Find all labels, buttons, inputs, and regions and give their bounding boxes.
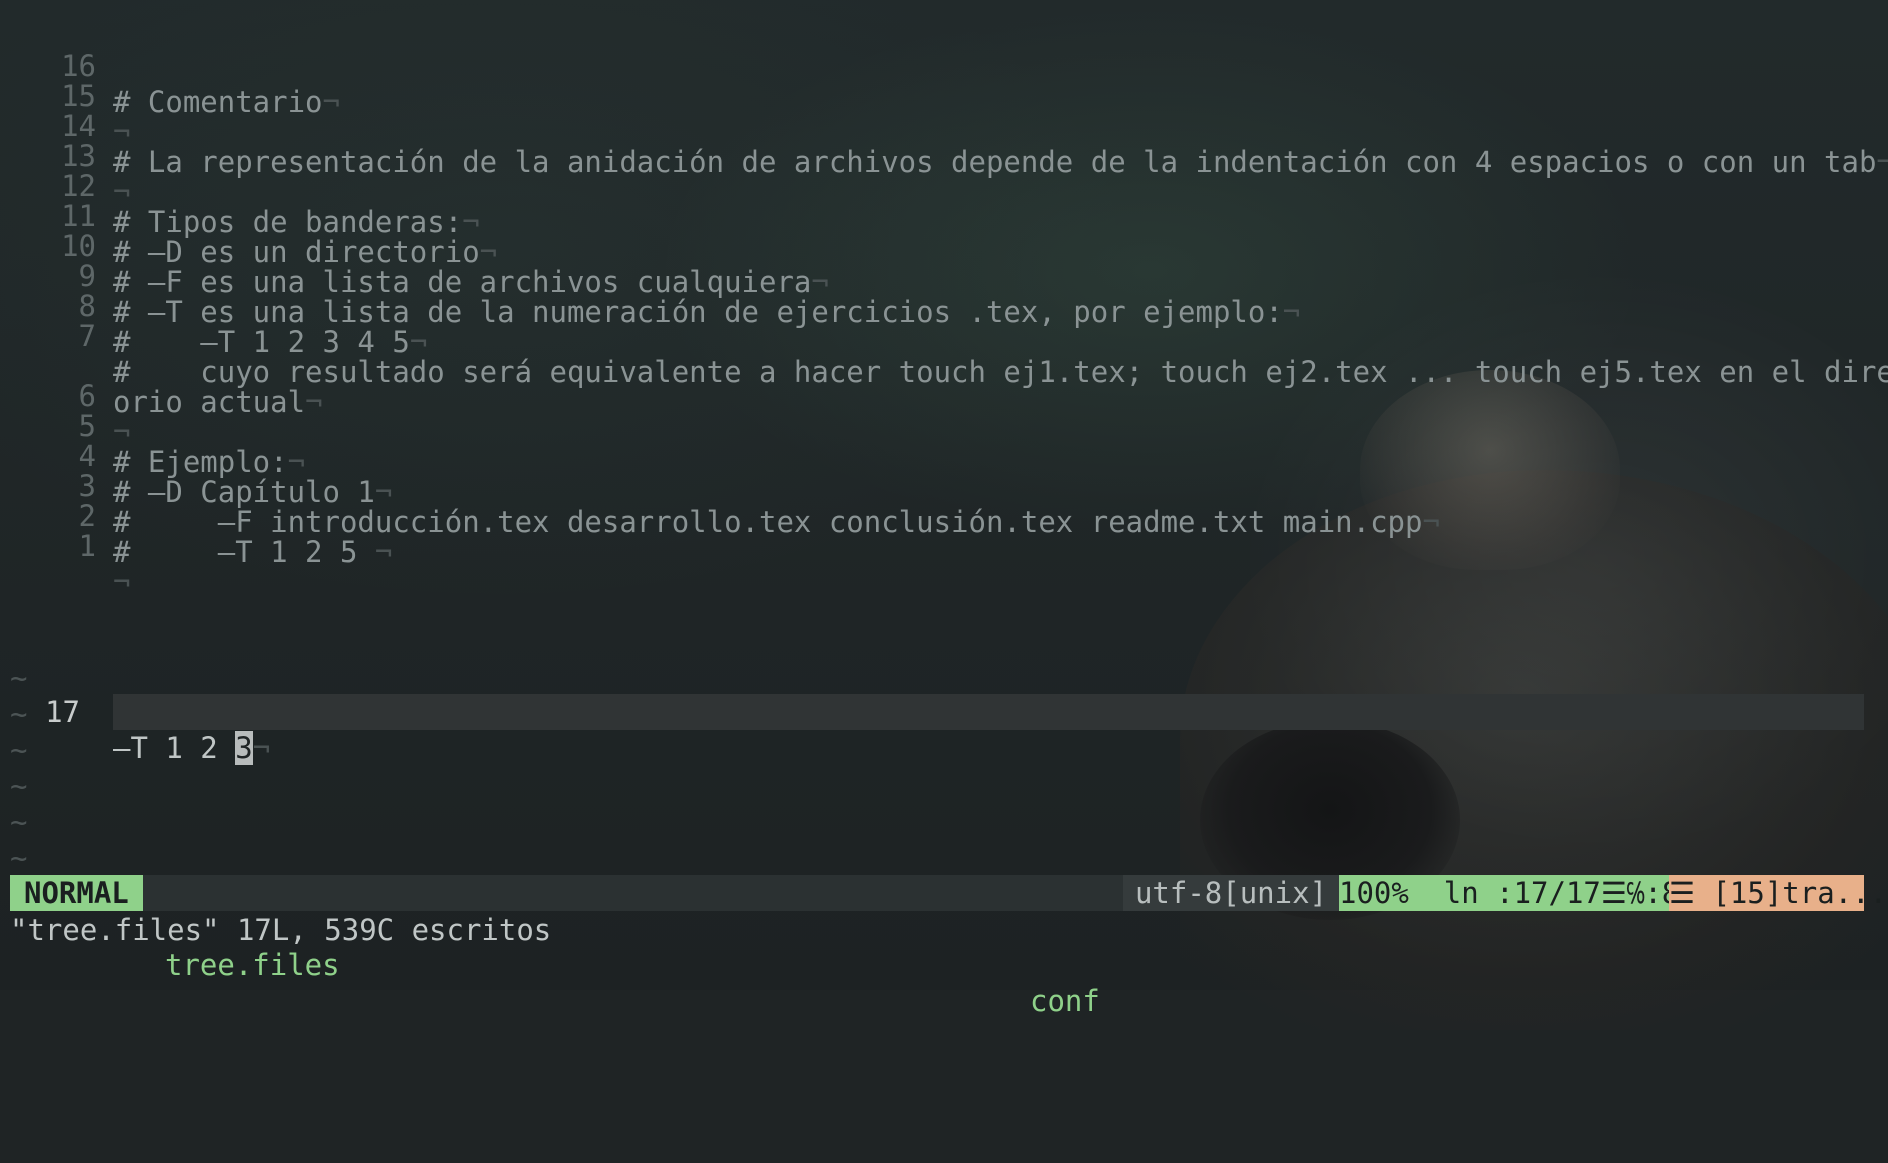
empty-line-tilde: ~ <box>10 733 28 767</box>
status-filename: tree.files <box>165 948 340 982</box>
empty-line-tilde: ~ <box>10 697 28 731</box>
status-filetype: conf <box>1030 984 1100 1018</box>
empty-line-tilde: ~ <box>10 805 28 839</box>
eol-marker: ¬ <box>113 565 131 599</box>
eol-marker: ¬ <box>374 535 393 569</box>
mode-indicator: NORMAL <box>10 875 143 911</box>
empty-line-tilde: ~ <box>10 769 28 803</box>
line-text: # —T 1 2 5 <box>113 535 375 569</box>
current-line[interactable]: 17 —T 1 2 3¬ <box>0 622 1888 765</box>
empty-line-tilde: ~ <box>10 841 28 875</box>
status-position: 100% ln :17/17☰℅:8 <box>1339 875 1680 911</box>
statusline: NORMAL tree.files conf utf-8[unix] 100% … <box>10 875 1888 1018</box>
status-buffer-list: ☰ [15]tra... <box>1669 875 1888 911</box>
line-number: 1 <box>78 529 96 563</box>
empty-line-tilde: ~ <box>10 661 28 695</box>
status-encoding: utf-8[unix] <box>1123 875 1339 911</box>
command-line-message[interactable]: "tree.files" 17L, 539C escritos <box>10 912 551 948</box>
buffer-line[interactable]: 1 ¬ <box>0 492 1888 599</box>
